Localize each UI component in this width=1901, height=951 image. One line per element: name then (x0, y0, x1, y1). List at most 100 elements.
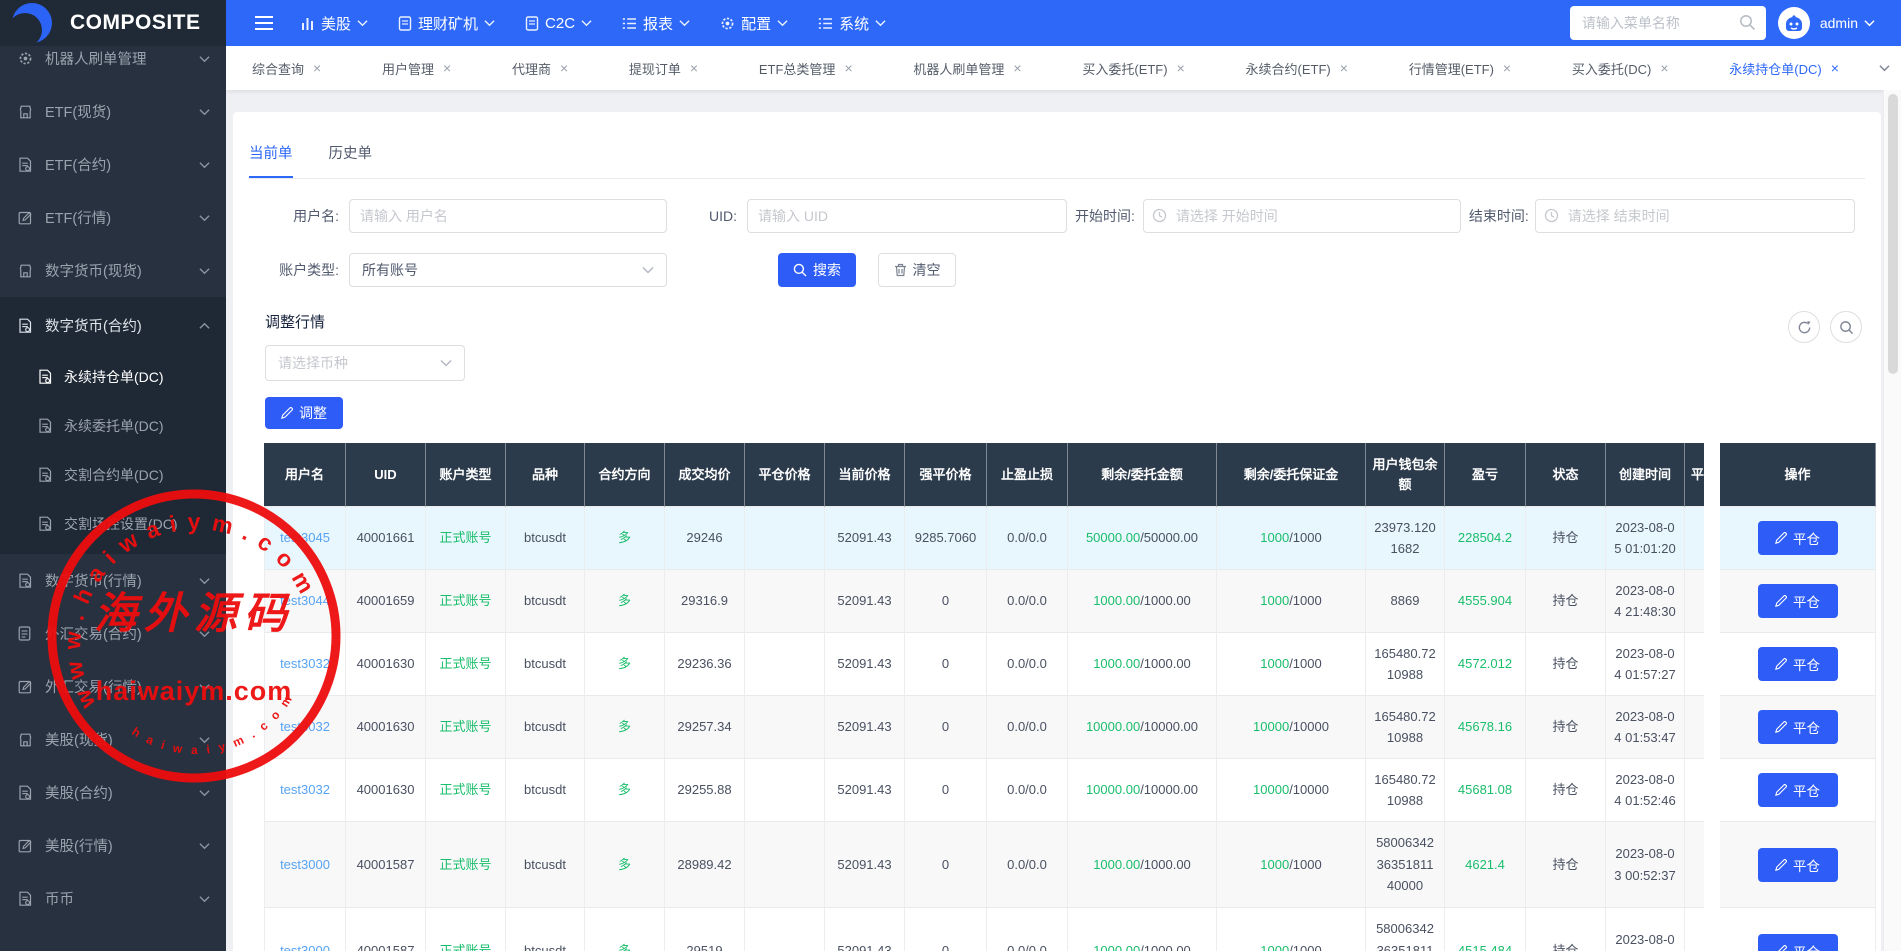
search-button[interactable]: 搜索 (778, 253, 856, 287)
close-position-button[interactable]: 平仓 (1757, 847, 1838, 882)
page-tab-永续持仓单(DC)[interactable]: 永续持仓单(DC) × (1729, 59, 1839, 78)
adjust-button[interactable]: 调整 (265, 397, 343, 429)
nav-menu-C2C[interactable]: C2C (525, 15, 592, 32)
close-icon[interactable]: × (1177, 60, 1185, 76)
username-link[interactable]: test3000 (280, 857, 330, 872)
close-icon[interactable]: × (1340, 60, 1348, 76)
sidebar-item-外汇交易(行情)[interactable]: 外汇交易(行情) (0, 660, 226, 713)
close-icon[interactable]: × (844, 60, 852, 76)
zoom-button[interactable] (1830, 311, 1862, 343)
close-icon[interactable]: × (690, 60, 698, 76)
cell-amount: 50000.00/50000.00 (1068, 507, 1217, 570)
cell-margin: 10000/10000 (1217, 696, 1366, 759)
chevron-down-icon (199, 108, 210, 116)
sidebar-item-ETF(行情)[interactable]: ETF(行情) (0, 191, 226, 244)
page-tab-永续合约(ETF)[interactable]: 永续合约(ETF) × (1246, 59, 1348, 78)
page-tab-ETF总类管理[interactable]: ETF总类管理 × (759, 59, 853, 78)
uid-input[interactable] (747, 199, 1067, 233)
close-icon[interactable]: × (560, 60, 568, 76)
tabs-overflow-chevron-icon[interactable] (1867, 64, 1901, 72)
sidebar-item-外汇交易(合约)[interactable]: 外汇交易(合约) (0, 607, 226, 660)
sidebar-item-label: ETF(行情) (45, 211, 112, 227)
sidebar-item-label: ETF(合约) (45, 158, 112, 174)
sidebar-item-数字货币(合约)[interactable]: 数字货币(合约) (0, 299, 226, 352)
user-avatar[interactable] (1777, 7, 1810, 39)
nav-menu-系统[interactable]: 系统 (818, 13, 886, 34)
close-icon[interactable]: × (1503, 60, 1511, 76)
sidebar-item-美股(现货)[interactable]: 美股(现货) (0, 713, 226, 766)
close-position-button[interactable]: 平仓 (1757, 521, 1838, 555)
page-tab-提现订单[interactable]: 提现订单 × (629, 59, 698, 78)
sidebar-item-机器人刷单管理[interactable]: 机器人刷单管理 (0, 46, 226, 85)
close-icon[interactable]: × (1013, 60, 1021, 76)
cell-username: test3000 (264, 908, 346, 951)
sidebar-item-数字货币(行情)[interactable]: 数字货币(行情) (0, 554, 226, 607)
sidebar-subitem-交割合约单(DC)[interactable]: 交割合约单(DC) (0, 450, 226, 499)
order-tab-当前单[interactable]: 当前单 (249, 142, 293, 178)
sidebar-subitem-永续持仓单(DC)[interactable]: 永续持仓单(DC) (0, 352, 226, 401)
page-tab-买入委托(ETF)[interactable]: 买入委托(ETF) × (1082, 59, 1184, 78)
page-tab-行情管理(ETF)[interactable]: 行情管理(ETF) × (1409, 59, 1511, 78)
close-icon[interactable]: × (1660, 60, 1668, 76)
cell-created: 2023-08-0 4 01:52:46 (1606, 759, 1685, 822)
account-type-select[interactable]: 所有账号 (349, 253, 667, 287)
refresh-button[interactable] (1788, 311, 1820, 343)
page-tab-买入委托(DC)[interactable]: 买入委托(DC) × (1572, 59, 1669, 78)
cell-direction: 多 (585, 570, 665, 633)
username-menu[interactable]: admin (1820, 15, 1858, 31)
close-position-button[interactable]: 平仓 (1757, 647, 1838, 681)
page-tab-综合查询[interactable]: 综合查询 × (252, 59, 321, 78)
sidebar-subitem-交割场控设置(DC)[interactable]: 交割场控设置(DC) (0, 499, 226, 548)
close-icon[interactable]: × (1831, 60, 1839, 76)
close-position-button[interactable]: 平仓 (1757, 584, 1838, 618)
sidebar-item-币币[interactable]: 币币 (0, 872, 226, 925)
username-link[interactable]: test3044 (280, 593, 330, 608)
uid-label: UID: (709, 208, 737, 224)
close-icon[interactable]: × (313, 60, 321, 76)
cell-pnl: 4621.4 (1445, 822, 1526, 908)
adjust-button-label: 调整 (299, 405, 327, 421)
user-chevron-down-icon[interactable] (1864, 19, 1875, 27)
close-position-button[interactable]: 平仓 (1757, 710, 1838, 744)
username-link[interactable]: test3045 (280, 530, 330, 545)
nav-menu-理财矿机[interactable]: 理财矿机 (398, 13, 495, 34)
close-position-button[interactable]: 平仓 (1757, 773, 1838, 807)
content-card: 当前单历史单 用户名: UID: 开始时间: 结束时间: 账户类型: (233, 112, 1881, 951)
sidebar-subitem-永续委托单(DC)[interactable]: 永续委托单(DC) (0, 401, 226, 450)
username-link[interactable]: test3032 (280, 782, 330, 797)
cell-tp_sl: 0.0/0.0 (987, 908, 1068, 951)
page-tab-代理商[interactable]: 代理商 × (512, 59, 568, 78)
username-link[interactable]: test3032 (280, 656, 330, 671)
scrollbar-thumb[interactable] (1887, 94, 1898, 374)
nav-menu-报表[interactable]: 报表 (622, 13, 690, 34)
start-time-input[interactable] (1142, 199, 1461, 233)
menu-search-input[interactable] (1569, 6, 1766, 40)
sidebar-item-ETF(合约)[interactable]: ETF(合约) (0, 138, 226, 191)
end-time-input[interactable] (1534, 199, 1855, 233)
currency-select[interactable]: 请选择币种 (265, 345, 465, 381)
sqldoc-icon (18, 785, 35, 800)
sidebar-item-ETF(现货)[interactable]: ETF(现货) (0, 85, 226, 138)
nav-menu-美股[interactable]: 美股 (300, 13, 368, 34)
page-tab-用户管理[interactable]: 用户管理 × (382, 59, 451, 78)
page-scrollbar[interactable] (1883, 90, 1901, 951)
username-input[interactable] (349, 199, 667, 233)
close-position-button[interactable]: 平仓 (1757, 933, 1838, 951)
sidebar-item-美股(行情)[interactable]: 美股(行情) (0, 819, 226, 872)
close-icon[interactable]: × (443, 60, 451, 76)
chevron-up-icon (199, 322, 210, 330)
clear-button[interactable]: 清空 (878, 253, 956, 287)
cell-close_price (745, 759, 825, 822)
cell-action: 平仓 (1720, 908, 1876, 951)
hamburger-icon[interactable] (254, 15, 274, 31)
nav-menu-配置[interactable]: 配置 (720, 13, 788, 34)
username-link[interactable]: test3032 (280, 719, 330, 734)
order-tab-历史单[interactable]: 历史单 (329, 142, 373, 178)
cell-uid: 40001630 (346, 759, 426, 822)
sidebar-item-数字货币(现货)[interactable]: 数字货币(现货) (0, 244, 226, 297)
page-tab-机器人刷单管理[interactable]: 机器人刷单管理 × (913, 59, 1021, 78)
username-link[interactable]: test3000 (280, 943, 330, 951)
sidebar-item-美股(合约)[interactable]: 美股(合约) (0, 766, 226, 819)
cell-close_time (1685, 696, 1704, 759)
cell-created: 2023-08-0 5 01:01:20 (1606, 507, 1685, 570)
